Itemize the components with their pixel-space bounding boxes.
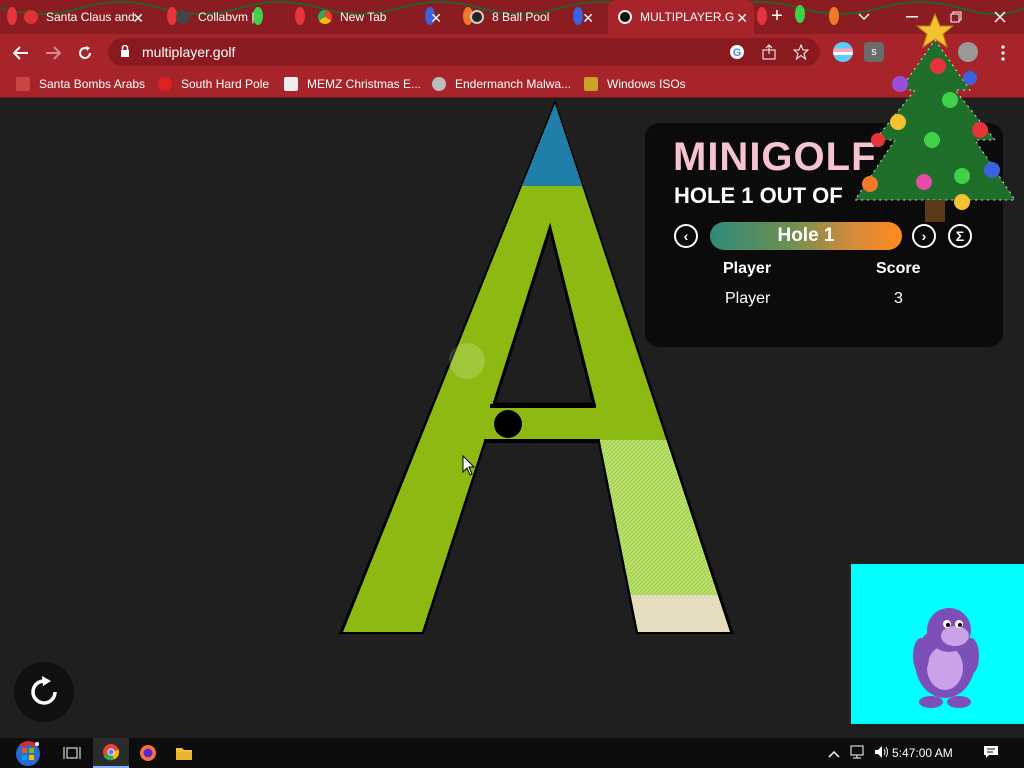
tab-collabvm[interactable]: Collabvm |	[176, 0, 316, 34]
tab-multiplayer-golf[interactable]: MULTIPLAYER.G ✕	[608, 0, 754, 34]
golf-ball[interactable]	[449, 343, 485, 379]
taskbar-file-explorer[interactable]	[166, 738, 202, 768]
start-button[interactable]	[6, 738, 50, 768]
bookmark-label: Endermanch Malwa...	[455, 77, 572, 91]
reset-button[interactable]	[14, 662, 74, 722]
tab-title: Collabvm |	[198, 10, 255, 24]
prev-hole-button[interactable]: ‹	[674, 224, 698, 248]
action-center-button[interactable]	[983, 745, 999, 762]
taskbar-firefox[interactable]	[130, 738, 166, 768]
bookmark-favicon	[284, 77, 298, 91]
volume-button[interactable]	[874, 745, 890, 762]
tab-favicon	[470, 10, 484, 24]
water-hazard	[500, 104, 620, 186]
taskbar-clock[interactable]: 5:47:00 AM	[892, 746, 953, 760]
notification-icon	[984, 746, 998, 758]
chevron-up-icon	[828, 750, 840, 758]
tab-favicon	[618, 10, 632, 24]
windows-start-icon	[16, 741, 40, 766]
tab-title: New Tab	[340, 10, 387, 24]
bookmark-endermanch-malware[interactable]: Endermanch Malwa...	[432, 75, 571, 93]
bookmark-favicon	[432, 77, 446, 91]
bookmark-santa-bombs-arabs[interactable]: Santa Bombs Arabs	[16, 75, 145, 93]
show-hidden-icons-button[interactable]	[828, 745, 840, 761]
firefox-icon	[140, 745, 156, 761]
bookmark-label: MEMZ Christmas E...	[307, 77, 422, 91]
reload-button[interactable]	[72, 40, 98, 66]
speaker-icon	[875, 746, 888, 758]
svg-text:G: G	[733, 47, 742, 59]
tab-favicon	[24, 10, 38, 24]
close-icon[interactable]: ✕	[736, 10, 748, 27]
player-name-cell: Player	[725, 290, 771, 307]
windows-taskbar: 5:47:00 AM	[0, 738, 1024, 768]
tab-title: Santa Claus and	[46, 10, 135, 24]
folder-icon	[176, 748, 192, 760]
network-button[interactable]	[850, 745, 866, 762]
bookmark-favicon	[158, 77, 172, 91]
reset-icon	[31, 676, 57, 705]
close-icon[interactable]: ✕	[132, 10, 144, 27]
network-icon	[850, 745, 864, 759]
player-column-header: Player	[723, 260, 772, 277]
bookmark-label: South Hard Pole	[181, 77, 270, 91]
forward-button[interactable]	[40, 40, 66, 66]
google-icon[interactable]: G	[728, 43, 746, 61]
url-text: multiplayer.golf	[142, 44, 236, 60]
player-score-cell: 3	[894, 290, 903, 307]
back-arrow-icon	[13, 46, 28, 60]
new-tab-button[interactable]: +	[766, 6, 788, 28]
tab-8-ball-pool[interactable]: 8 Ball Pool ✕	[470, 0, 600, 34]
golf-hole	[494, 410, 522, 438]
task-view-button[interactable]	[54, 738, 90, 768]
star-icon[interactable]	[792, 43, 810, 61]
purple-gorilla-icon	[913, 608, 979, 708]
bonzi-buddy-assistant[interactable]	[851, 564, 1024, 724]
forward-arrow-icon	[46, 46, 61, 60]
back-button[interactable]	[8, 40, 34, 66]
tab-santa-claus[interactable]: Santa Claus and ✕	[24, 0, 150, 34]
bookmark-windows-isos[interactable]: Windows ISOs	[584, 75, 686, 93]
address-bar[interactable]: multiplayer.golf G	[108, 38, 820, 66]
lock-icon	[121, 45, 129, 57]
tab-title: MULTIPLAYER.G	[640, 10, 735, 24]
chrome-icon	[318, 10, 332, 24]
christmas-tree-decoration	[854, 12, 1016, 222]
tab-new-tab[interactable]: New Tab ✕	[318, 0, 448, 34]
task-view-icon	[63, 747, 81, 759]
tab-favicon	[176, 10, 190, 24]
hole-title: HOLE 1 OUT OF	[674, 183, 843, 208]
share-icon[interactable]	[760, 43, 778, 61]
rough-area	[600, 440, 730, 595]
close-icon[interactable]: ✕	[430, 10, 442, 27]
minigolf-logo: MINIGOLF	[673, 135, 877, 179]
sand-bunker	[600, 595, 730, 632]
mouse-cursor-icon	[462, 455, 476, 476]
bookmark-label: Windows ISOs	[607, 77, 686, 91]
chrome-icon	[103, 744, 120, 761]
close-icon[interactable]: ✕	[582, 10, 594, 27]
reload-icon	[79, 46, 91, 59]
bookmark-south-hard-pole[interactable]: South Hard Pole	[158, 75, 269, 93]
tab-title: 8 Ball Pool	[492, 10, 550, 24]
bookmark-favicon	[584, 77, 598, 91]
taskbar-chrome[interactable]	[93, 738, 129, 768]
score-column-header: Score	[876, 260, 921, 277]
bookmark-memz-christmas[interactable]: MEMZ Christmas E...	[284, 75, 421, 93]
bookmark-favicon	[16, 77, 30, 91]
bookmark-label: Santa Bombs Arabs	[39, 77, 146, 91]
